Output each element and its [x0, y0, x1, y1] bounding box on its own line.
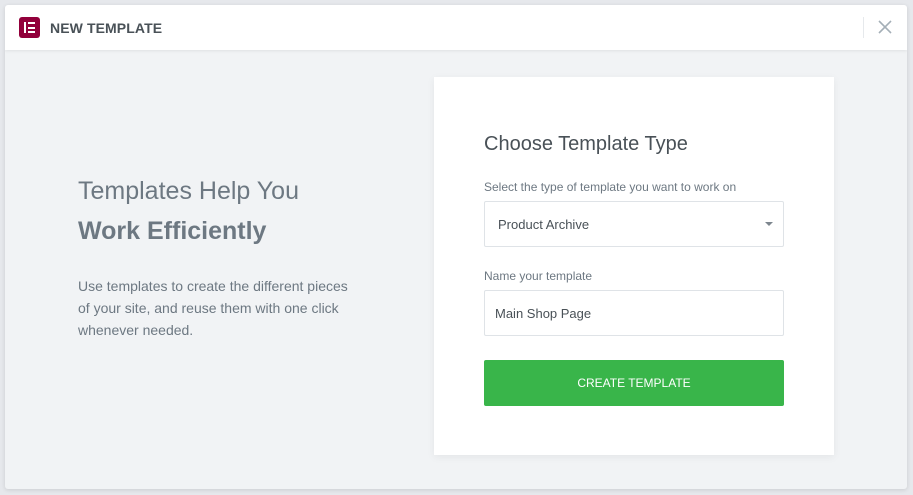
template-type-value: Product Archive [498, 216, 590, 232]
intro-heading-line2: Work Efficiently [78, 217, 267, 245]
template-type-select[interactable]: Product Archive [484, 201, 784, 247]
intro-description: Use templates to create the different pi… [78, 278, 348, 338]
intro-heading: Templates Help You Work Efficiently [78, 171, 408, 251]
close-icon [878, 20, 892, 34]
dialog-title: NEW TEMPLATE [50, 20, 163, 36]
dialog-header: NEW TEMPLATE [5, 5, 907, 50]
intro-heading-line1: Templates Help You [78, 177, 299, 205]
template-type-label: Select the type of template you want to … [484, 180, 737, 194]
template-form-card: Choose Template Type Select the type of … [434, 77, 834, 455]
template-name-label: Name your template [484, 269, 593, 283]
close-button[interactable] [871, 13, 899, 41]
caret-down-icon [765, 222, 773, 226]
form-title: Choose Template Type [484, 133, 688, 155]
create-template-button[interactable]: CREATE TEMPLATE [484, 360, 784, 406]
template-name-input[interactable]: Main Shop Page [484, 290, 784, 336]
header-divider [863, 17, 864, 38]
elementor-logo-icon [19, 17, 40, 38]
new-template-dialog: NEW TEMPLATE Templates Help You Work Eff… [5, 5, 907, 489]
